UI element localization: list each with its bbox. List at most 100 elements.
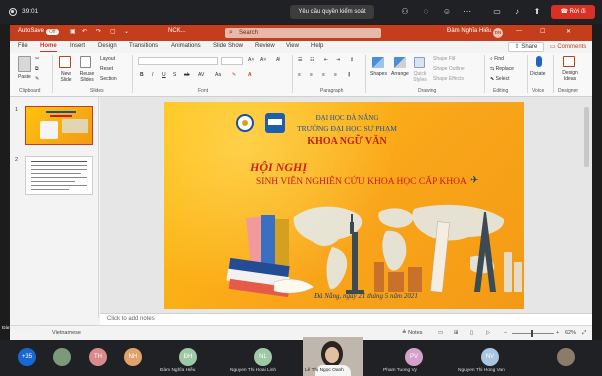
minimize-icon[interactable]: — [516,28,522,34]
shape-outline-button[interactable]: Shape Outline [433,66,465,72]
chat-icon[interactable]: ◌ [421,7,431,17]
normal-view-icon[interactable]: ▭ [438,330,443,336]
tab-help[interactable]: Help [311,43,323,49]
italic-icon[interactable]: I [152,72,153,78]
arrange-icon[interactable] [394,57,406,68]
select-button[interactable]: ⬉ Select [490,76,510,82]
outdent-icon[interactable]: ⇥ [336,57,340,63]
microphone-icon[interactable] [536,56,542,67]
grow-font-icon[interactable]: A˄ [248,57,254,63]
comments-button[interactable]: ▭ Comments [550,42,592,52]
format-painter-icon[interactable]: ✎ [35,76,39,82]
undo-icon[interactable]: ↶ [82,28,87,35]
request-control-button[interactable]: Yêu cầu quyền kiểm soát [290,5,374,19]
more-icon[interactable]: ⋯ [462,7,472,17]
slide-thumbnail-1[interactable] [25,106,93,145]
tab-review[interactable]: Review [255,43,275,49]
notes-toggle[interactable]: ≜ Notes [402,330,423,336]
dictate-button[interactable]: Dictate [530,71,546,77]
zoom-slider[interactable] [512,330,554,337]
change-case-icon[interactable]: Aa [215,72,221,78]
fit-slide-icon[interactable]: ⤢ [582,330,586,337]
slide-canvas[interactable]: ĐẠI HỌC ĐÀ NẴNG TRƯỜNG ĐẠI HỌC SƯ PHẠM K… [164,102,524,309]
search-box[interactable]: Search [225,28,381,38]
new-slide-icon[interactable] [59,56,71,68]
tab-file[interactable]: File [18,43,28,49]
participants-overflow[interactable]: +35 [18,348,36,366]
underline-icon[interactable]: U [162,72,166,78]
align-left-icon[interactable]: ≡ [298,72,301,78]
strikethrough-icon[interactable]: ab [184,72,190,78]
maximize-icon[interactable]: ☐ [540,28,545,35]
slide-sorter-icon[interactable]: ⊞ [454,330,459,336]
mic-off-icon[interactable]: ♪ [512,7,522,17]
vertical-scrollbar[interactable] [584,107,589,167]
align-right-icon[interactable]: ≡ [322,72,325,78]
notes-pane[interactable]: Click to add notes [100,313,592,325]
indent-icon[interactable]: ⇤ [324,57,328,63]
tab-view[interactable]: View [286,43,299,49]
arrange-button[interactable]: Arrange [391,71,409,77]
find-button[interactable]: ⌕ Find [490,56,504,62]
tab-slide-show[interactable]: Slide Show [213,43,243,49]
tab-animations[interactable]: Animations [171,43,201,49]
numbering-icon[interactable]: ☷ [310,57,314,63]
font-color-icon[interactable]: A [248,72,252,78]
cut-icon[interactable]: ✂ [35,56,39,62]
tab-insert[interactable]: Insert [70,43,85,49]
columns-icon[interactable]: ⫼ [348,72,350,78]
highlight-icon[interactable]: ✎ [232,72,236,78]
shape-effects-button[interactable]: Shape Effects [433,76,464,82]
reset-button[interactable]: Reset [100,66,113,72]
reactions-icon[interactable]: ☺ [442,7,452,17]
reuse-slides-icon[interactable] [80,56,91,68]
tab-transitions[interactable]: Transitions [129,43,158,49]
zoom-level[interactable]: 62% [565,330,576,336]
zoom-in-icon[interactable]: + [556,330,559,336]
redo-icon[interactable]: ↷ [96,28,101,35]
shape-fill-button[interactable]: Shape Fill [433,56,455,62]
spacing-icon[interactable]: AV [198,72,204,78]
quick-styles-button[interactable]: Quick Styles [410,71,430,83]
present-icon[interactable]: ▢ [110,28,116,35]
shapes-icon[interactable] [372,57,384,68]
font-family-select[interactable] [138,57,218,65]
reading-view-icon[interactable]: ▯ [470,330,473,336]
shrink-font-icon[interactable]: A˅ [260,57,266,63]
autosave-toggle[interactable]: Off [46,29,59,35]
font-size-select[interactable] [221,57,243,65]
bold-icon[interactable]: B [140,72,144,78]
tab-design[interactable]: Design [98,43,117,49]
design-ideas-icon[interactable] [563,56,575,67]
replace-button[interactable]: ⇆ Replace [490,66,514,72]
section-button[interactable]: Section [100,76,117,82]
clear-format-icon[interactable]: A̸ [276,57,279,63]
justify-icon[interactable]: ≡ [334,72,337,78]
text-direction-icon[interactable]: ⇕ [350,57,354,63]
language-indicator[interactable]: Vietnamese [52,330,81,336]
share-button[interactable]: ⇪ Share [508,42,544,52]
quick-styles-icon[interactable] [414,57,425,68]
save-icon[interactable]: ▣ [70,28,76,35]
shadow-icon[interactable]: S [173,72,176,78]
tab-home[interactable]: Home [40,43,57,52]
slideshow-icon[interactable]: ▷ [486,330,490,336]
zoom-thumb[interactable] [531,330,533,337]
paste-icon[interactable] [18,56,31,72]
new-slide-button[interactable]: New Slide [56,71,76,83]
shapes-button[interactable]: Shapes [370,71,387,77]
zoom-out-icon[interactable]: − [504,330,507,336]
customize-icon[interactable]: ⌄ [124,28,129,35]
avatar[interactable]: DN [493,28,503,38]
slide-thumbnail-2[interactable] [25,156,93,195]
close-icon[interactable]: ✕ [566,28,571,35]
leave-button[interactable]: ☎ Rời đi [551,5,595,19]
copy-icon[interactable]: ⧉ [35,66,39,72]
share-screen-icon[interactable]: ⬆ [532,7,542,17]
people-icon[interactable]: ⚇ [400,7,410,17]
reuse-slides-button[interactable]: Reuse Slides [77,71,97,83]
align-center-icon[interactable]: ≡ [310,72,313,78]
design-ideas-button[interactable]: Design Ideas [558,70,582,82]
camera-off-icon[interactable]: ▭ [492,7,502,17]
bullets-icon[interactable]: ☰ [298,57,302,63]
